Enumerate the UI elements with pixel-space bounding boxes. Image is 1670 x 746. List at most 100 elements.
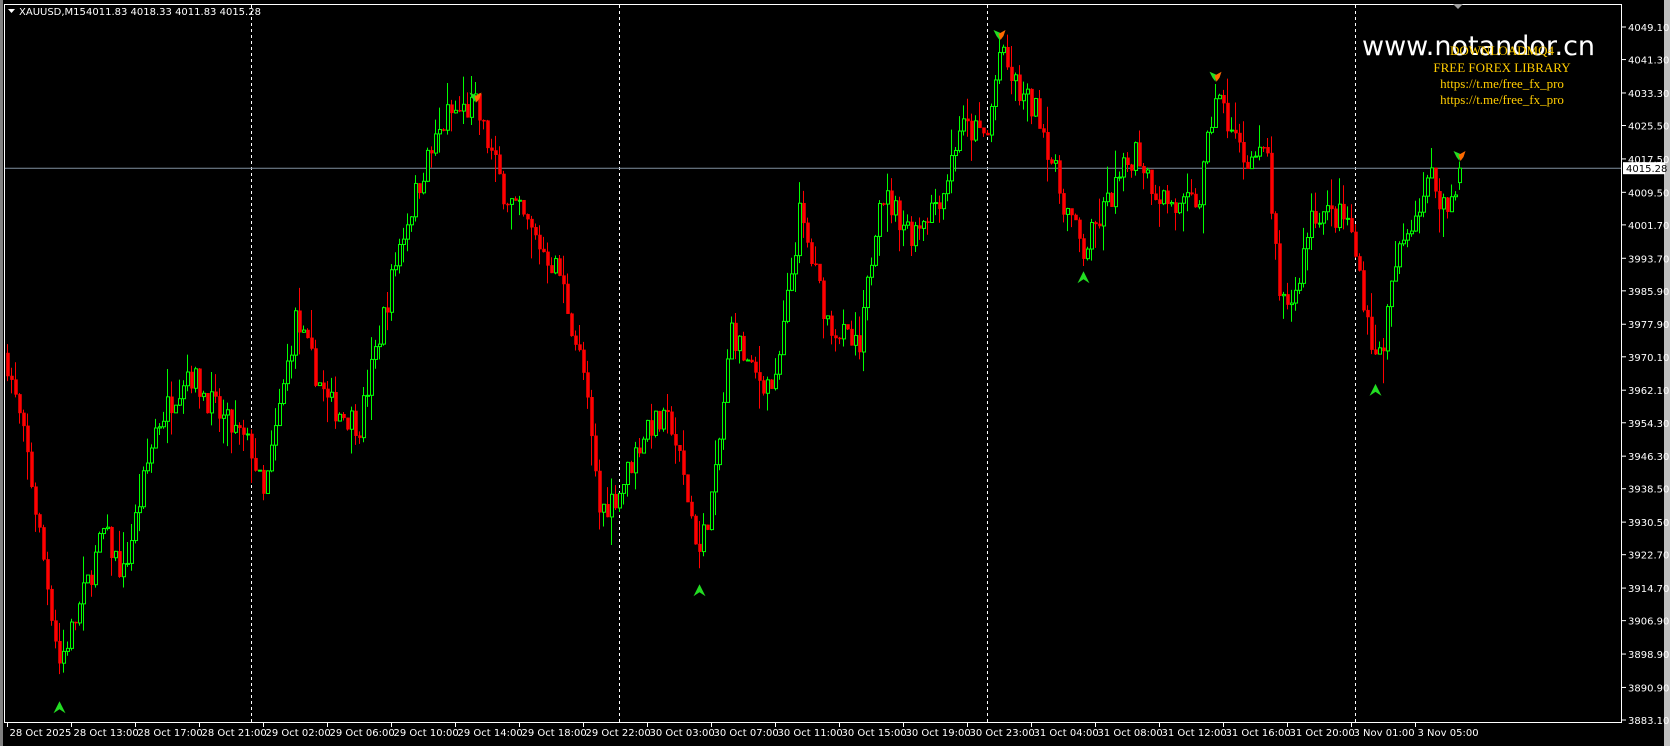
price-tick-label: 3883.10 — [1628, 716, 1669, 727]
price-chart[interactable]: XAUUSD,M15 4011.83 4018.33 4011.83 4015.… — [0, 0, 1670, 746]
bull-candle — [1022, 93, 1026, 102]
bear-candle — [534, 227, 538, 236]
bear-candle — [502, 173, 506, 205]
bull-candle — [62, 650, 66, 664]
bull-candle — [1002, 46, 1006, 54]
price-tick-label: 3938.50 — [1628, 485, 1669, 496]
bear-candle — [486, 120, 490, 149]
bull-candle — [114, 550, 118, 559]
bear-candle — [430, 150, 434, 154]
bull-candle — [1310, 210, 1314, 239]
bull-candle — [1450, 196, 1454, 213]
bull-candle — [826, 315, 830, 320]
bear-candle — [814, 263, 818, 265]
bear-candle — [1370, 316, 1374, 350]
bear-candle — [506, 203, 510, 206]
bear-candle — [1242, 141, 1246, 163]
bear-candle — [938, 202, 942, 209]
bull-candle — [1106, 192, 1110, 203]
bull-candle — [178, 398, 182, 406]
bear-candle — [1098, 223, 1102, 227]
bull-candle — [662, 409, 666, 430]
bull-candle — [66, 647, 70, 652]
bear-candle — [682, 450, 686, 475]
bull-candle — [1406, 233, 1410, 241]
bull-candle — [1294, 289, 1298, 304]
bull-candle — [1014, 74, 1018, 82]
ad-link-1[interactable]: https://t.me/free_fx_pro — [1440, 76, 1564, 91]
bull-candle — [842, 323, 846, 340]
bear-candle — [918, 225, 922, 229]
bull-candle — [726, 358, 730, 403]
bear-candle — [466, 104, 470, 118]
bull-candle — [1254, 155, 1258, 158]
time-tick-label: 30 Oct 03:00 — [650, 728, 715, 739]
price-tick-label: 3930.50 — [1628, 518, 1669, 529]
bull-candle — [946, 180, 950, 195]
bull-candle — [470, 96, 474, 118]
bull-candle — [1118, 176, 1122, 179]
bull-candle — [554, 258, 558, 274]
price-tick-label: 3985.90 — [1628, 287, 1669, 298]
bear-candle — [1070, 208, 1074, 216]
bear-candle — [1154, 193, 1158, 200]
bull-candle — [954, 149, 958, 157]
bear-candle — [1094, 222, 1098, 225]
bear-candle — [1266, 147, 1270, 154]
bull-candle — [102, 528, 106, 535]
bull-candle — [434, 133, 438, 154]
bull-candle — [766, 379, 770, 394]
bear-candle — [110, 526, 114, 559]
bear-candle — [262, 469, 266, 494]
bull-candle — [106, 526, 110, 530]
price-tick-label: 3993.70 — [1628, 254, 1669, 265]
bull-candle — [654, 410, 658, 436]
bull-candle — [282, 383, 286, 404]
bear-candle — [346, 417, 350, 430]
bear-candle — [190, 371, 194, 389]
bull-candle — [86, 574, 90, 584]
bull-candle — [150, 447, 154, 464]
bull-candle — [1418, 211, 1422, 217]
price-tick-label: 4041.30 — [1628, 56, 1669, 67]
bull-candle — [730, 322, 734, 360]
bear-candle — [566, 283, 570, 314]
bear-candle — [574, 335, 578, 345]
bull-candle — [1146, 169, 1150, 174]
bear-candle — [1018, 74, 1022, 101]
bear-candle — [442, 129, 446, 131]
bull-candle — [974, 120, 978, 141]
bull-candle — [914, 225, 918, 247]
bull-candle — [1398, 243, 1402, 268]
bear-candle — [1166, 190, 1170, 205]
bear-candle — [242, 427, 246, 435]
window-right-edge — [1664, 0, 1670, 746]
bear-candle — [1366, 309, 1370, 318]
bear-candle — [1142, 165, 1146, 174]
bull-candle — [1090, 222, 1094, 250]
bear-candle — [1062, 193, 1066, 215]
bear-candle — [1246, 161, 1250, 169]
bear-candle — [1222, 95, 1226, 104]
bear-candle — [58, 641, 62, 664]
bear-candle — [322, 382, 326, 390]
bull-candle — [1422, 195, 1426, 213]
bear-candle — [218, 396, 222, 419]
bull-candle — [378, 343, 382, 348]
bear-candle — [30, 451, 34, 487]
bull-candle — [270, 444, 274, 472]
price-tick-label: 3977.90 — [1628, 320, 1669, 331]
bull-candle — [246, 433, 250, 436]
bear-candle — [546, 251, 550, 266]
bull-candle — [302, 329, 306, 333]
bear-candle — [1446, 197, 1450, 212]
bull-candle — [1458, 167, 1462, 184]
bear-candle — [1262, 147, 1266, 149]
time-tick-label: 29 Oct 14:00 — [458, 728, 523, 739]
bull-candle — [1034, 98, 1038, 117]
bull-candle — [94, 551, 98, 586]
ad-link-2[interactable]: https://t.me/free_fx_pro — [1440, 92, 1564, 107]
time-tick-label: 29 Oct 06:00 — [330, 728, 395, 739]
bull-candle — [210, 391, 214, 414]
bear-candle — [698, 543, 702, 552]
